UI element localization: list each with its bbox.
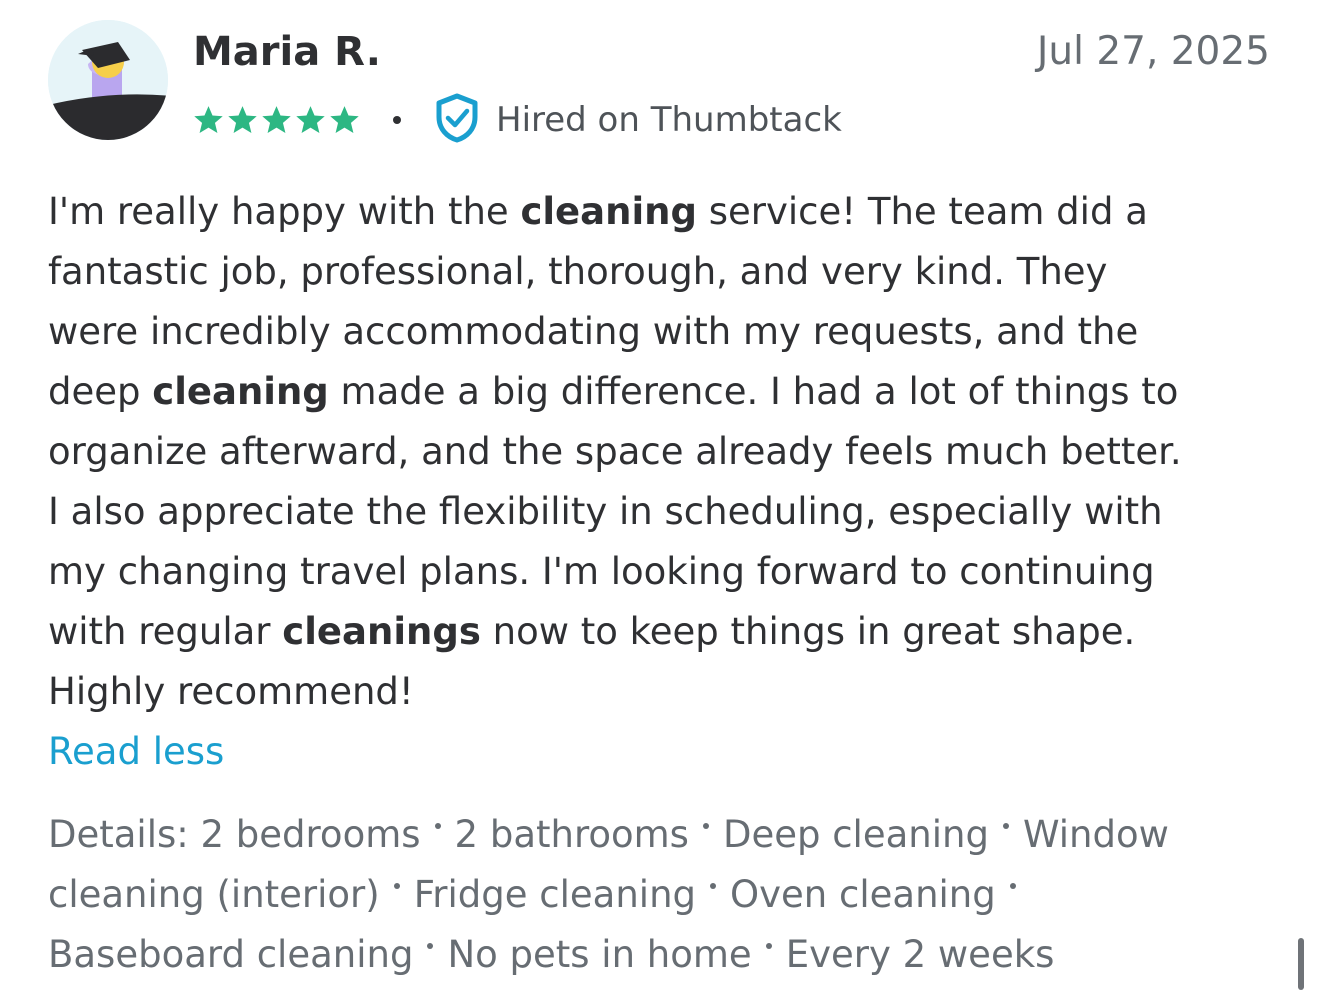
read-less-link[interactable]: Read less xyxy=(48,722,224,782)
review-line: Highly recommend! xyxy=(48,662,1288,722)
review-text: I'm really happy with the cleaning servi… xyxy=(48,182,1288,722)
bullet-separator xyxy=(393,882,400,889)
detail-item: No pets in home xyxy=(447,933,752,976)
review-text-segment: Highly recommend! xyxy=(48,670,414,713)
bullet-separator xyxy=(1009,882,1016,889)
review-text-segment: deep xyxy=(48,370,153,413)
detail-item: Every 2 weeks xyxy=(785,933,1055,976)
reviewer-name: Maria R. xyxy=(193,29,381,75)
star-icon xyxy=(228,106,257,134)
bullet-separator xyxy=(1002,822,1009,829)
review-line: organize afterward, and the space alread… xyxy=(48,422,1288,482)
detail-item: Oven cleaning xyxy=(730,873,996,916)
detail-item: 2 bedrooms xyxy=(200,813,421,856)
review-date: Jul 27, 2025 xyxy=(1036,29,1270,74)
separator-dot xyxy=(393,116,401,124)
bullet-separator xyxy=(710,882,717,889)
star-icon xyxy=(194,106,223,134)
bullet-separator xyxy=(765,942,772,949)
star-rating xyxy=(193,105,363,135)
hired-badge: Hired on Thumbtack xyxy=(496,100,842,140)
review-text-segment: I also appreciate the flexibility in sch… xyxy=(48,490,1163,533)
review-text-segment: fantastic job, professional, thorough, a… xyxy=(48,250,1108,293)
highlighted-keyword: cleanings xyxy=(282,610,481,653)
detail-item: Baseboard cleaning xyxy=(48,933,414,976)
review-line: my changing travel plans. I'm looking fo… xyxy=(48,542,1288,602)
review-text-segment: my changing travel plans. I'm looking fo… xyxy=(48,550,1155,593)
bullet-separator xyxy=(427,942,434,949)
star-icon xyxy=(296,106,325,134)
review-text-segment: with regular xyxy=(48,610,283,653)
review-line: deep cleaning made a big difference. I h… xyxy=(48,362,1288,422)
detail-item: 2 bathrooms xyxy=(454,813,689,856)
scrollbar[interactable] xyxy=(1298,938,1304,990)
star-icon xyxy=(262,106,291,134)
rating-row: Hired on Thumbtack xyxy=(193,93,842,147)
highlighted-keyword: cleaning xyxy=(152,370,329,413)
review-line: with regular cleanings now to keep thing… xyxy=(48,602,1288,662)
review-line: I also appreciate the flexibility in sch… xyxy=(48,482,1288,542)
details-line: Baseboard cleaning No pets in home Every 2… xyxy=(48,925,1288,985)
highlighted-keyword: cleaning xyxy=(520,190,697,233)
review-line: fantastic job, professional, thorough, a… xyxy=(48,242,1288,302)
shield-check-icon xyxy=(434,93,480,147)
bullet-separator xyxy=(434,822,441,829)
detail-item: Window xyxy=(1022,813,1169,856)
details-label: Details: xyxy=(48,813,201,856)
review-line: were incredibly accommodating with my re… xyxy=(48,302,1288,362)
avatar xyxy=(48,20,168,140)
details-line: Details: 2 bedrooms 2 bathrooms Deep clean… xyxy=(48,805,1288,865)
review-text-segment: service! The team did a xyxy=(696,190,1148,233)
review-line: I'm really happy with the cleaning servi… xyxy=(48,182,1288,242)
detail-item: Fridge cleaning xyxy=(413,873,697,916)
review-text-segment: now to keep things in great shape. xyxy=(480,610,1136,653)
star-icon xyxy=(330,106,359,134)
review-text-segment: were incredibly accommodating with my re… xyxy=(48,310,1139,353)
review-text-segment: made a big difference. I had a lot of th… xyxy=(328,370,1179,413)
detail-item: Deep cleaning xyxy=(722,813,989,856)
job-details: Details: 2 bedrooms 2 bathrooms Deep clean… xyxy=(48,805,1288,985)
details-line: cleaning (interior) Fridge cleaning Oven c… xyxy=(48,865,1288,925)
review-text-segment: organize afterward, and the space alread… xyxy=(48,430,1182,473)
detail-item: cleaning (interior) xyxy=(48,873,380,916)
bullet-separator xyxy=(702,822,709,829)
review-text-segment: I'm really happy with the xyxy=(48,190,521,233)
